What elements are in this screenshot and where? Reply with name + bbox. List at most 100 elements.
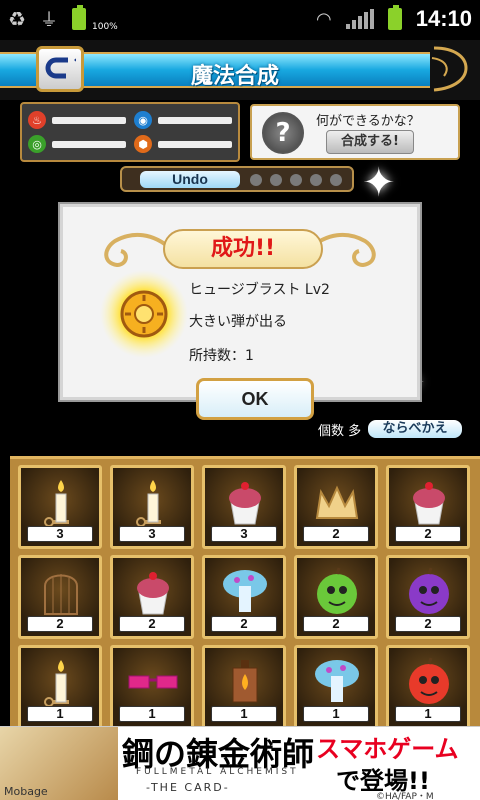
battery-percent: 100% <box>92 22 118 32</box>
crown-icon <box>315 485 359 519</box>
inventory-slot[interactable]: 1 <box>202 645 286 729</box>
inventory-slot[interactable]: 3 <box>110 465 194 549</box>
earth-icon: ⬢ <box>134 135 152 153</box>
inventory-slot[interactable]: 1 <box>294 645 378 729</box>
page-title: 魔法合成 <box>190 64 279 89</box>
battery-icon <box>387 5 402 30</box>
item-count-label: 2 <box>395 526 461 542</box>
ok-button[interactable]: OK <box>196 378 314 420</box>
undo-slot <box>250 174 262 186</box>
ad-banner[interactable]: Mobage 鋼の錬金術師 FULLMETAL ALCHEMIST -THE C… <box>0 726 480 800</box>
ad-promo-line1: スマホゲーム <box>316 735 459 763</box>
sun-orb-icon <box>100 270 188 358</box>
lantern-icon <box>232 660 258 703</box>
candle-icon <box>44 660 69 707</box>
wind-meter <box>52 140 126 148</box>
element-row-water: ◉ <box>134 111 232 129</box>
back-button[interactable] <box>36 46 84 92</box>
item-count-label: 2 <box>303 616 369 632</box>
battery-full-icon <box>71 5 86 30</box>
hint-text: 何ができるかな？ <box>316 114 420 129</box>
item-count: 所持数：1 <box>189 348 254 364</box>
sort-label: 個数 多 <box>318 424 362 439</box>
undo-bar: Undo <box>120 166 354 192</box>
element-row-earth: ⬢ <box>134 135 232 153</box>
water-icon: ◉ <box>134 111 152 129</box>
inventory-slot[interactable]: 1 <box>386 645 470 729</box>
inventory-slot[interactable]: 3 <box>202 465 286 549</box>
inventory-slot[interactable]: 1 <box>18 645 102 729</box>
item-count-label: 2 <box>303 526 369 542</box>
water-meter <box>158 116 232 124</box>
cupcake-icon <box>137 572 169 615</box>
glasses-icon <box>128 675 178 689</box>
item-count-label: 3 <box>119 526 185 542</box>
apple-icon <box>317 567 357 614</box>
inventory-slot[interactable]: 1 <box>110 645 194 729</box>
header: 魔法合成 <box>0 40 480 100</box>
item-description: 大きい弾が出る <box>189 314 287 330</box>
item-count-label: 3 <box>211 526 277 542</box>
ad-subtitle: FULLMETAL ALCHEMIST <box>136 767 299 777</box>
item-count-label: 2 <box>27 616 93 632</box>
mushroom-icon <box>223 570 267 612</box>
item-count-label: 2 <box>395 616 461 632</box>
element-meters: ♨ ◉ ◎ ⬢ <box>20 102 240 162</box>
birdcage-icon <box>44 574 78 615</box>
usb-icon: ⏚ <box>39 10 58 31</box>
question-icon: ? <box>262 112 304 154</box>
mobage-logo: Mobage <box>4 785 48 798</box>
fire-meter <box>52 116 126 124</box>
inventory-slot[interactable]: 2 <box>386 465 470 549</box>
candle-icon <box>44 480 69 527</box>
inventory-slot[interactable]: 2 <box>294 555 378 639</box>
undo-button[interactable]: Undo <box>140 171 240 188</box>
signal-icon <box>345 9 374 29</box>
hint-panel: ? 何ができるかな？ 合成する! <box>250 104 460 160</box>
element-row-fire: ♨ <box>28 111 126 129</box>
fire-icon: ♨ <box>28 111 46 129</box>
recycle-icon: ♻ <box>8 7 26 31</box>
back-arrow-icon <box>45 57 76 79</box>
item-count-label: 1 <box>211 706 277 722</box>
inventory-slot[interactable]: 2 <box>386 555 470 639</box>
earth-meter <box>158 140 232 148</box>
ad-the-card: -THE CARD- <box>146 781 230 794</box>
undo-slot <box>290 174 302 186</box>
inventory-slot[interactable]: 2 <box>110 555 194 639</box>
inventory-slot[interactable]: 2 <box>18 555 102 639</box>
wind-icon: ◎ <box>28 135 46 153</box>
cupcake-icon <box>413 482 445 525</box>
inventory-slot[interactable]: 2 <box>202 555 286 639</box>
item-count-label: 1 <box>27 706 93 722</box>
item-name: ヒュージブラスト Lv2 <box>189 282 330 298</box>
inventory-slot[interactable]: 3 <box>18 465 102 549</box>
item-count-label: 1 <box>395 706 461 722</box>
success-banner: 成功!! <box>163 229 323 269</box>
apple-icon <box>409 657 449 704</box>
sparkle-icon: ✦ <box>362 160 396 206</box>
element-row-wind: ◎ <box>28 135 126 153</box>
synthesize-button[interactable]: 合成する! <box>326 130 414 154</box>
cupcake-icon <box>229 482 261 525</box>
ad-copyright: ©HA/FAP・M <box>376 792 434 800</box>
sort-button[interactable]: ならべかえ <box>368 420 462 438</box>
inventory-grid: 3 3 3 2 2 2 2 2 2 2 1 1 1 1 1 <box>10 456 480 729</box>
item-count-label: 2 <box>211 616 277 632</box>
item-count-label: 1 <box>119 706 185 722</box>
apple-icon <box>409 567 449 614</box>
ornament-icon <box>431 46 468 92</box>
item-count-label: 2 <box>119 616 185 632</box>
inventory-slot[interactable]: 2 <box>294 465 378 549</box>
status-bar: ♻ ⏚ 100% ◠ 14:10 <box>0 0 480 38</box>
undo-slot <box>270 174 282 186</box>
wifi-icon: ◠ <box>316 8 332 30</box>
undo-slot <box>330 174 342 186</box>
item-count-label: 3 <box>27 526 93 542</box>
result-dialog: 成功!! ヒュージブラスト Lv2 大きい弾が出る 所持数：1 <box>58 202 422 402</box>
candle-icon <box>136 480 161 527</box>
mushroom-icon <box>315 660 359 702</box>
clock: 14:10 <box>415 6 472 31</box>
ornament-left-icon <box>104 232 173 268</box>
item-count-label: 1 <box>303 706 369 722</box>
